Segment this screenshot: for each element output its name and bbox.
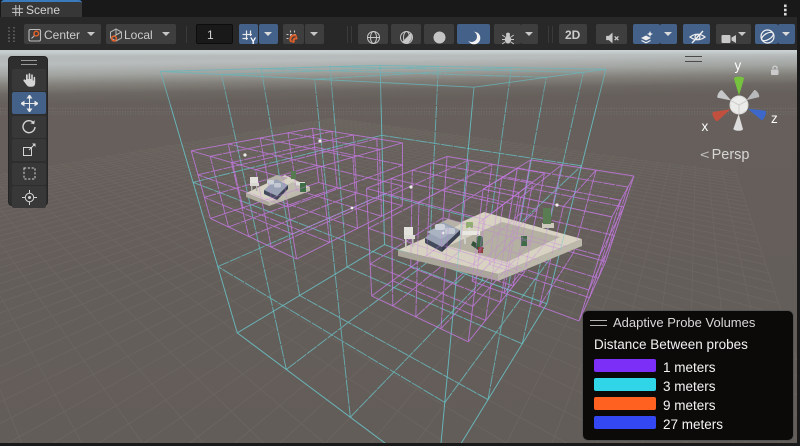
svg-text:x: x [702,119,709,134]
svg-text:z: z [771,111,778,126]
svg-text:y: y [735,58,742,73]
svg-text:Y: Y [250,36,257,45]
